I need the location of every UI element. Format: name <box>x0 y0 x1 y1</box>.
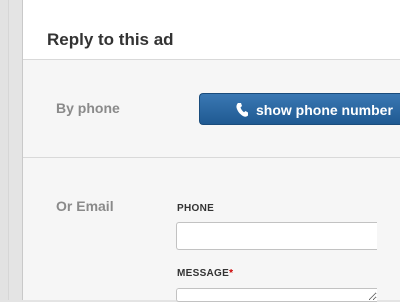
phone-input[interactable] <box>176 222 377 250</box>
message-field-label: MESSAGE* <box>177 268 233 279</box>
or-email-label: Or Email <box>56 198 114 214</box>
window-left-edge <box>0 0 8 300</box>
show-phone-number-button[interactable]: show phone number <box>199 93 400 125</box>
by-phone-label: By phone <box>56 100 120 116</box>
phone-field-label-text: PHONE <box>177 203 215 214</box>
message-field-label-text: MESSAGE <box>177 268 230 279</box>
phone-icon <box>236 103 248 117</box>
required-marker: * <box>229 268 234 279</box>
reply-header: Reply to this ad <box>23 0 400 60</box>
reply-panel: Reply to this ad By phone show phone num… <box>22 0 400 300</box>
phone-field-label: PHONE <box>177 203 214 214</box>
page-title: Reply to this ad <box>47 30 174 49</box>
show-phone-number-label: show phone number <box>256 102 393 118</box>
window-left-divider <box>8 0 9 300</box>
